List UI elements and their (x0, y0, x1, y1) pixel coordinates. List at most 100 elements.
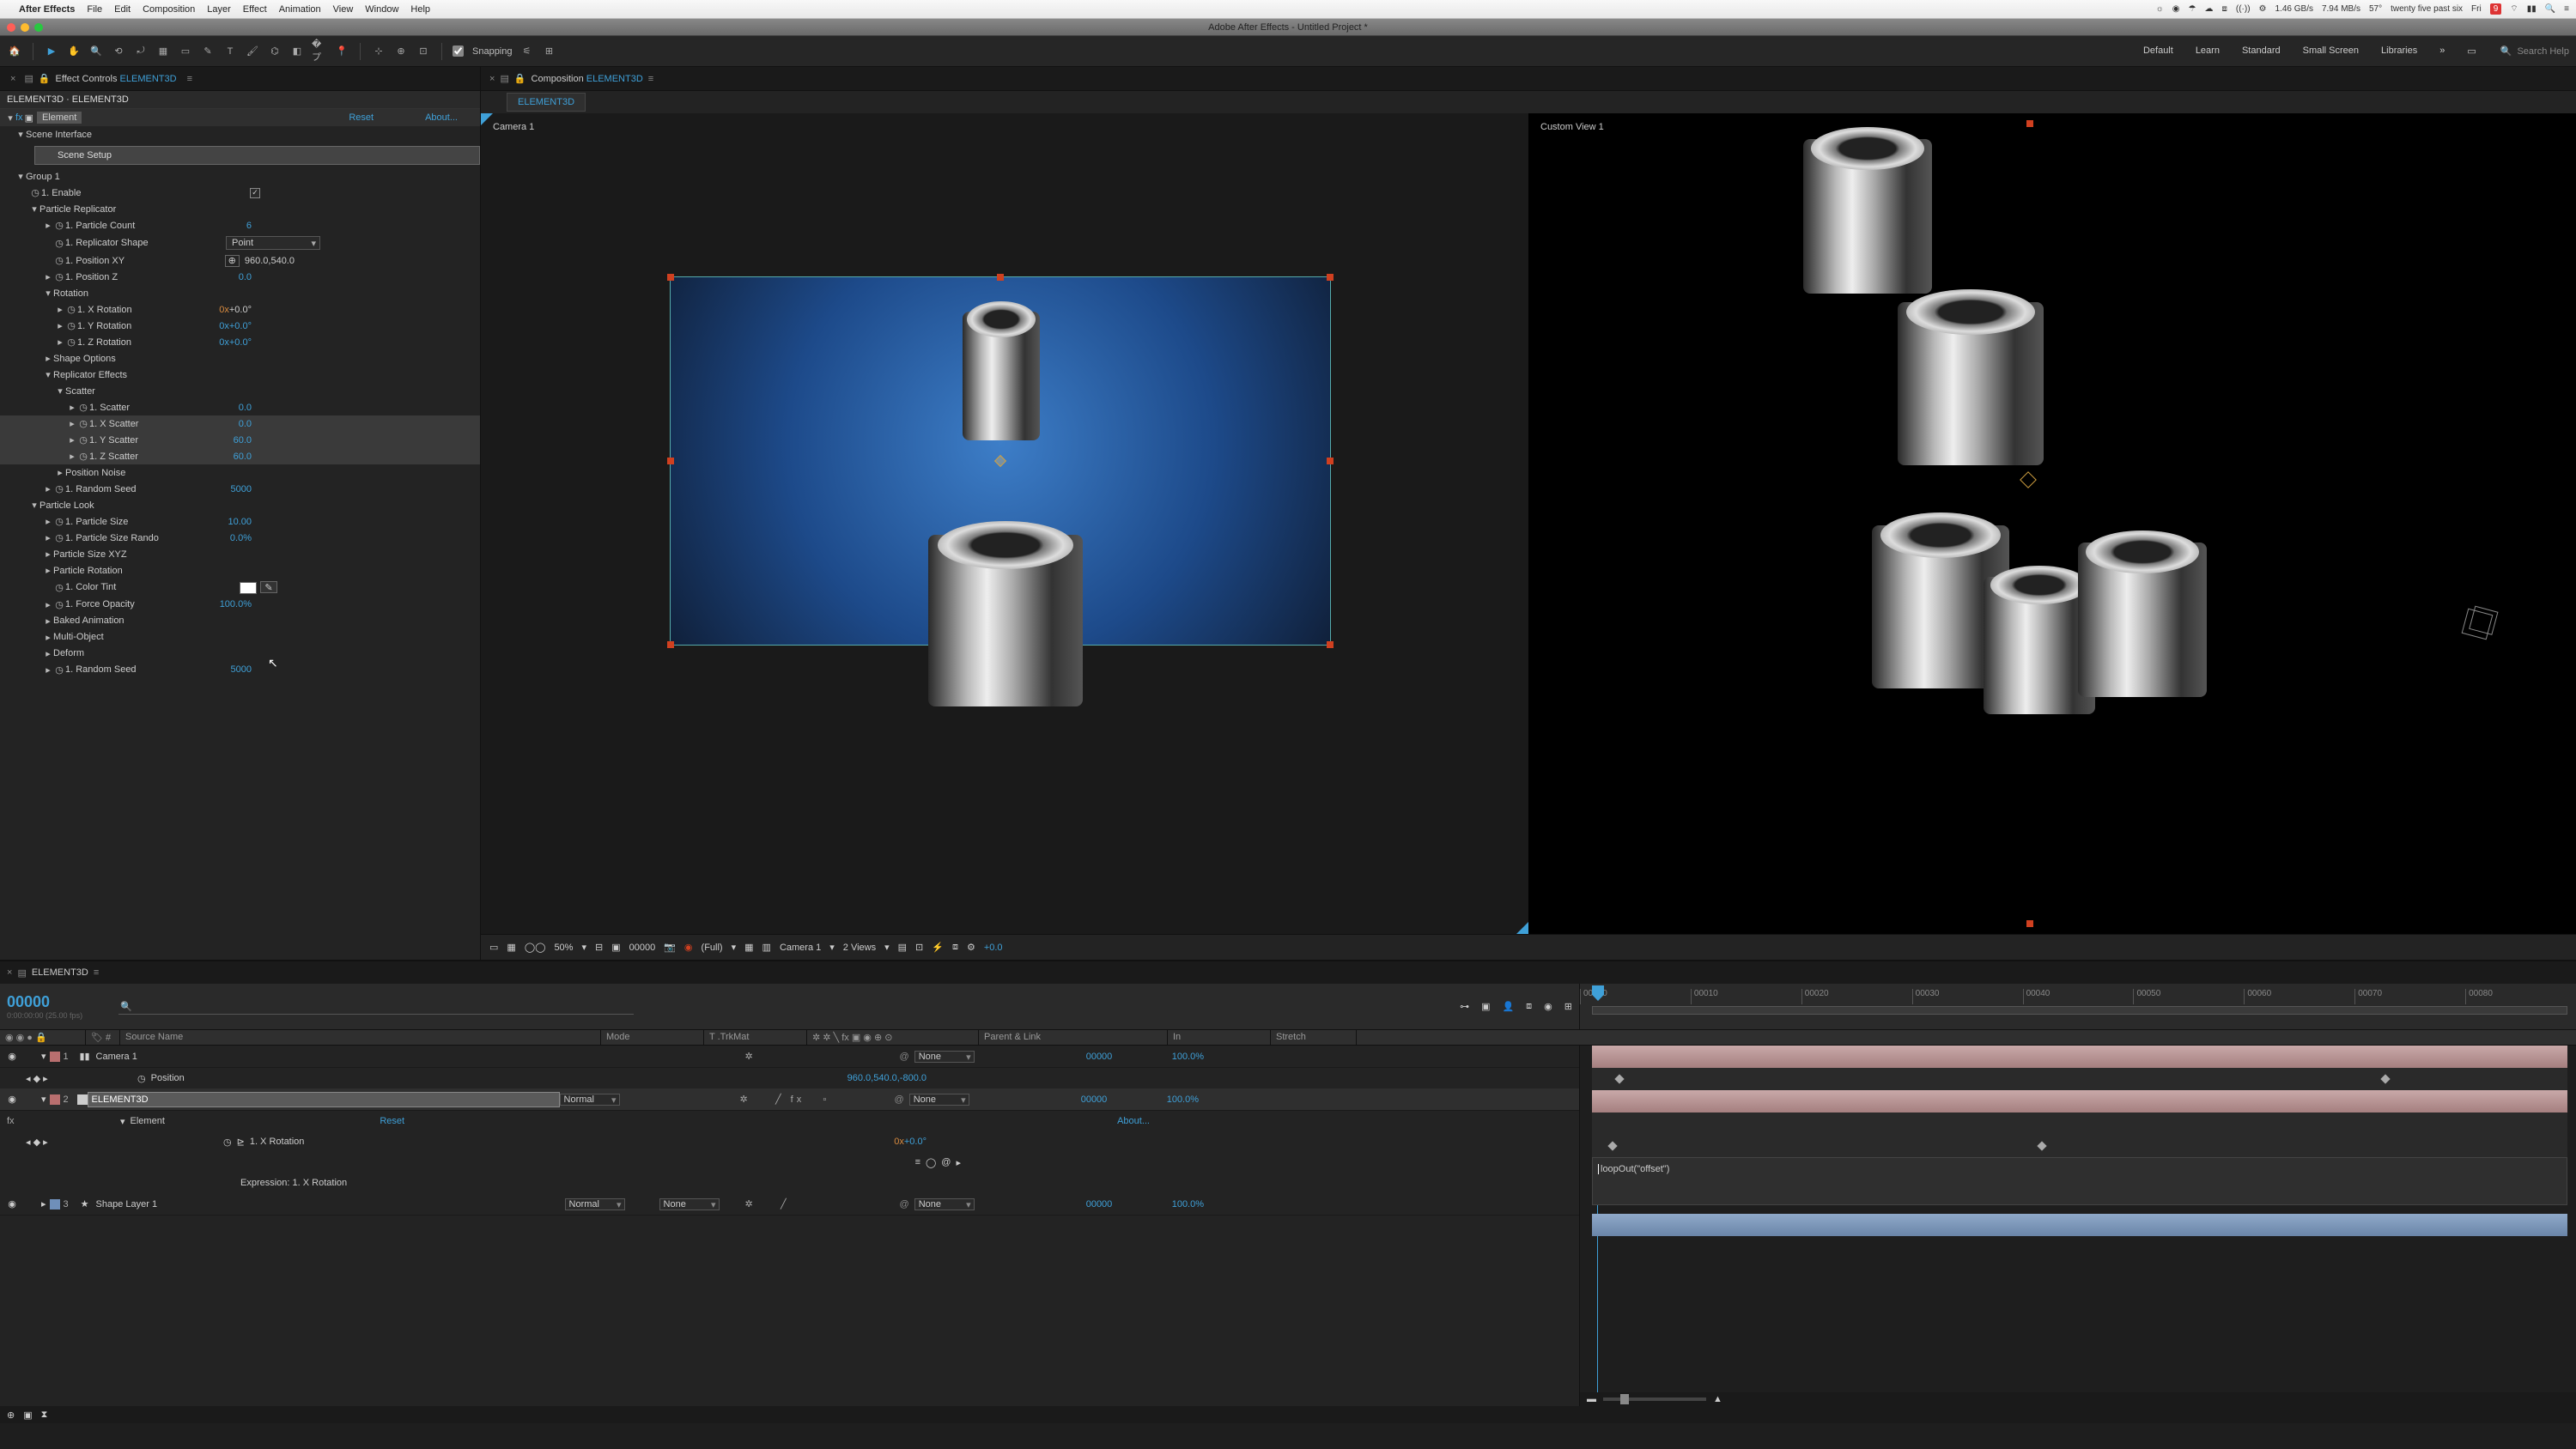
force-opacity-value[interactable]: 100.0% (220, 599, 475, 609)
layer-name[interactable]: Camera 1 (93, 1052, 565, 1062)
layer-bar[interactable] (1592, 1090, 2567, 1113)
keyframe-nav-icon[interactable]: ◂ ◆ ▸ (26, 1137, 48, 1148)
random-seed2-value[interactable]: 5000 (231, 664, 475, 675)
twirl-icon[interactable]: ▸ (43, 220, 53, 231)
rect-tool-icon[interactable]: ▭ (178, 44, 193, 59)
fast-preview-icon[interactable]: ⚡ (932, 942, 944, 953)
zoom-out-icon[interactable]: ▬ (1587, 1394, 1596, 1404)
visibility-toggle[interactable]: ◉ (3, 1198, 21, 1210)
channel-icon[interactable]: ◉ (684, 942, 693, 953)
position-xy-value[interactable]: 960.0,540.0 (245, 256, 295, 266)
reset-link[interactable]: Reset (380, 1116, 404, 1126)
viewport-label[interactable]: Custom View 1 (1540, 122, 1604, 132)
timeline-tracks[interactable]: loopOut("offset") ▬ ▲ (1580, 1046, 2576, 1406)
trkmat-dropdown[interactable]: None (659, 1198, 720, 1210)
camera-dropdown[interactable]: Camera 1 (780, 943, 821, 953)
col-parent[interactable]: Parent & Link (979, 1030, 1168, 1045)
shape-options-group[interactable]: Shape Options (53, 354, 116, 364)
eyedropper-icon[interactable]: ✎ (260, 581, 277, 593)
layer-name[interactable]: Shape Layer 1 (93, 1199, 565, 1210)
search-help-input[interactable]: Search Help (2517, 46, 2569, 57)
keyframe-icon[interactable] (1614, 1074, 1624, 1083)
render-time-icon[interactable]: ⧗ (41, 1410, 48, 1421)
traffic-max[interactable] (34, 23, 43, 32)
menu-window[interactable]: Window (365, 4, 398, 15)
deform-group[interactable]: Deform (53, 648, 84, 658)
stopwatch-icon[interactable]: ◷ (223, 1137, 232, 1148)
workspace-default[interactable]: Default (2143, 45, 2173, 57)
twirl-icon[interactable]: ▸ (43, 516, 53, 527)
exposure-value[interactable]: +0.0 (984, 943, 1003, 953)
footer-timecode[interactable]: 00000 (629, 943, 656, 953)
view-opt-icon[interactable]: ▤ (898, 942, 907, 953)
effect-name[interactable]: Element (37, 112, 82, 124)
scene-setup-button[interactable]: Scene Setup (34, 146, 480, 165)
twirl-icon[interactable]: ▾ (55, 385, 65, 397)
col-stretch[interactable]: Stretch (1271, 1030, 1357, 1045)
orbit-tool-icon[interactable]: ⟲ (111, 44, 126, 59)
parent-dropdown[interactable]: None (914, 1051, 975, 1063)
switches[interactable]: ✲ ╱ fx ▫ (740, 1094, 895, 1105)
stopwatch-icon[interactable]: ◷ (77, 418, 89, 429)
twirl-icon[interactable]: ▾ (5, 112, 15, 124)
roi-icon[interactable]: ▣ (611, 942, 620, 953)
panel-close-icon[interactable]: × (489, 74, 495, 84)
col-source[interactable]: Source Name (120, 1030, 601, 1045)
workspace-reset-icon[interactable]: ▭ (2467, 45, 2476, 57)
twirl-icon[interactable]: ▾ (41, 1094, 46, 1105)
col-mode[interactable]: Mode (601, 1030, 704, 1045)
twirl-icon[interactable]: ▾ (29, 203, 39, 215)
views-dropdown[interactable]: 2 Views (843, 943, 876, 953)
twirl-icon[interactable]: ▸ (43, 599, 53, 610)
y-scatter-value[interactable]: 60.0 (234, 435, 475, 446)
brush-tool-icon[interactable]: 🖌 (245, 44, 260, 59)
twirl-icon[interactable]: ▸ (43, 648, 53, 659)
scatter-value[interactable]: 0.0 (239, 403, 475, 413)
col-in[interactable]: In (1168, 1030, 1271, 1045)
particle-rotation-group[interactable]: Particle Rotation (53, 566, 123, 576)
twirl-icon[interactable]: ▸ (43, 664, 53, 676)
stopwatch-icon[interactable]: ◷ (53, 483, 65, 494)
in-value[interactable]: 00000 (1081, 1094, 1167, 1105)
view-axis-icon[interactable]: ⊡ (416, 44, 431, 59)
workspace-learn[interactable]: Learn (2196, 45, 2220, 57)
snapping-checkbox[interactable] (453, 45, 464, 57)
menubar-extra-icon[interactable]: ☁ (2205, 4, 2214, 14)
random-seed-value[interactable]: 5000 (231, 484, 475, 494)
resolution-dropdown[interactable]: (Full) (702, 943, 723, 953)
mask-icon[interactable]: ◯◯ (525, 942, 546, 953)
stopwatch-icon[interactable]: ◷ (77, 434, 89, 446)
comp-mini-flowchart-icon[interactable]: ⊶ (1460, 1001, 1469, 1012)
traffic-min[interactable] (21, 23, 29, 32)
y-rotation-value[interactable]: 0x+0.0° (219, 321, 475, 331)
stretch-value[interactable]: 100.0% (1172, 1052, 1232, 1062)
frame-blend-icon[interactable]: ⧈ (1526, 1001, 1532, 1012)
stopwatch-icon[interactable]: ◷ (65, 336, 77, 348)
tab-menu-icon[interactable]: ≡ (187, 74, 192, 84)
parent-dropdown[interactable]: None (909, 1094, 969, 1106)
expr-enable-icon[interactable]: ⊵ (237, 1137, 245, 1148)
color-swatch[interactable] (240, 582, 257, 594)
stopwatch-icon[interactable]: ◷ (53, 238, 65, 249)
twirl-icon[interactable]: ▾ (15, 171, 26, 182)
tab-menu-icon[interactable]: ≡ (94, 967, 99, 978)
tab-menu-icon[interactable]: ≡ (648, 74, 653, 84)
pickwhip-icon[interactable]: @ (895, 1094, 904, 1105)
expression-field[interactable]: loopOut("offset") (1592, 1157, 2567, 1205)
label-color[interactable] (50, 1052, 60, 1062)
control-center-icon[interactable]: ≡ (2564, 4, 2569, 14)
particle-size-rando-value[interactable]: 0.0% (230, 533, 475, 543)
layer-row[interactable]: ◉ ▾ 2 ELEMENT3D Normal ✲ ╱ fx ▫ @ None 0… (0, 1088, 1579, 1111)
menu-composition[interactable]: Composition (143, 4, 195, 15)
twirl-icon[interactable]: ▾ (15, 129, 26, 140)
menu-animation[interactable]: Animation (279, 4, 321, 15)
twirl-icon[interactable]: ▸ (67, 418, 77, 429)
viewport-camera1[interactable]: Camera 1 (481, 113, 1528, 934)
stopwatch-icon[interactable]: ◷ (53, 516, 65, 527)
col-trkmat[interactable]: T .TrkMat (704, 1030, 807, 1045)
transparency-icon[interactable]: ▦ (744, 942, 753, 953)
stopwatch-icon[interactable]: ◷ (29, 187, 41, 198)
twirl-icon[interactable]: ▾ (120, 1116, 125, 1127)
fx-enable-icon[interactable]: ▣ (25, 112, 33, 124)
twirl-icon[interactable]: ▸ (55, 304, 65, 315)
